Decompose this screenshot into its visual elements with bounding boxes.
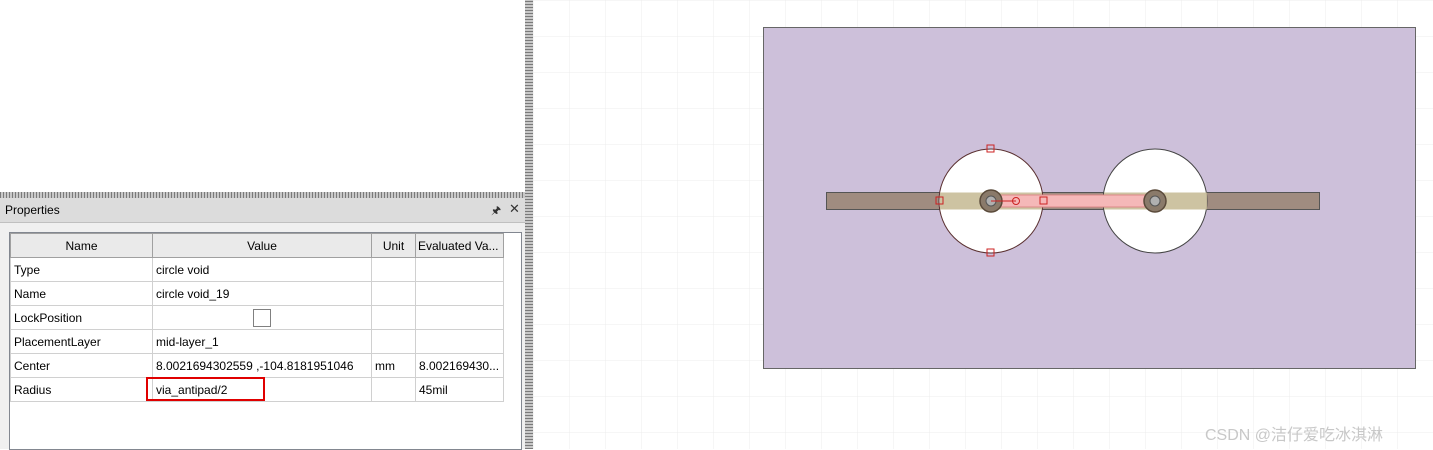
property-value[interactable]: circle void xyxy=(152,257,372,282)
upper-empty-pane xyxy=(0,0,525,192)
table-row[interactable]: PlacementLayer mid-layer_1 xyxy=(10,329,504,354)
property-unit[interactable]: mm xyxy=(371,353,416,378)
table-row[interactable]: Name circle void_19 xyxy=(10,281,504,306)
property-evaluated: 45mil xyxy=(415,377,504,402)
column-header-unit[interactable]: Unit xyxy=(371,233,416,258)
properties-title: Properties xyxy=(5,203,60,217)
property-evaluated xyxy=(415,305,504,330)
property-evaluated xyxy=(415,329,504,354)
property-name: Radius xyxy=(10,377,153,402)
column-header-evaluated[interactable]: Evaluated Va... xyxy=(415,233,504,258)
pin-icon[interactable]: 🖈 xyxy=(491,202,501,221)
property-name: Center xyxy=(10,353,153,378)
grid-header-row: Name Value Unit Evaluated Va... xyxy=(10,233,504,258)
properties-panel: Properties 🖈 ✕ Name Value Unit Evaluated… xyxy=(0,198,525,450)
property-value[interactable]: circle void_19 xyxy=(152,281,372,306)
property-value-checkbox-cell[interactable] xyxy=(152,305,372,330)
via-right-hole xyxy=(1149,195,1161,207)
column-header-value[interactable]: Value xyxy=(152,233,372,258)
property-unit[interactable] xyxy=(371,305,416,330)
property-unit[interactable] xyxy=(371,329,416,354)
property-value[interactable]: mid-layer_1 xyxy=(152,329,372,354)
property-unit[interactable] xyxy=(371,281,416,306)
table-row[interactable]: Center 8.0021694302559 ,-104.8181951046 … xyxy=(10,353,504,378)
column-header-name[interactable]: Name xyxy=(10,233,153,258)
watermark: CSDN @洁仔爱吃冰淇淋 xyxy=(1205,427,1384,444)
table-row[interactable]: Radius via_antipad/2 45mil xyxy=(10,377,504,402)
table-row[interactable]: Type circle void xyxy=(10,257,504,282)
properties-grid: Name Value Unit Evaluated Va... Type cir… xyxy=(9,232,522,450)
property-value[interactable]: via_antipad/2 xyxy=(152,377,372,402)
lockposition-checkbox[interactable] xyxy=(253,308,271,327)
property-evaluated: 8.002169430... xyxy=(415,353,504,378)
vertical-splitter[interactable] xyxy=(525,0,533,449)
table-row[interactable]: LockPosition xyxy=(10,305,504,330)
layout-drawing xyxy=(533,0,1433,449)
property-name: PlacementLayer xyxy=(10,329,153,354)
property-evaluated xyxy=(415,257,504,282)
property-evaluated xyxy=(415,281,504,306)
property-name: Name xyxy=(10,281,153,306)
properties-title-bar: Properties 🖈 ✕ xyxy=(0,198,525,223)
close-icon[interactable]: ✕ xyxy=(509,201,520,217)
property-value[interactable]: 8.0021694302559 ,-104.8181951046 xyxy=(152,353,372,378)
property-name: Type xyxy=(10,257,153,282)
property-unit[interactable] xyxy=(371,257,416,282)
layout-canvas[interactable] xyxy=(533,0,1433,449)
property-name: LockPosition xyxy=(10,305,153,330)
property-unit[interactable] xyxy=(371,377,416,402)
